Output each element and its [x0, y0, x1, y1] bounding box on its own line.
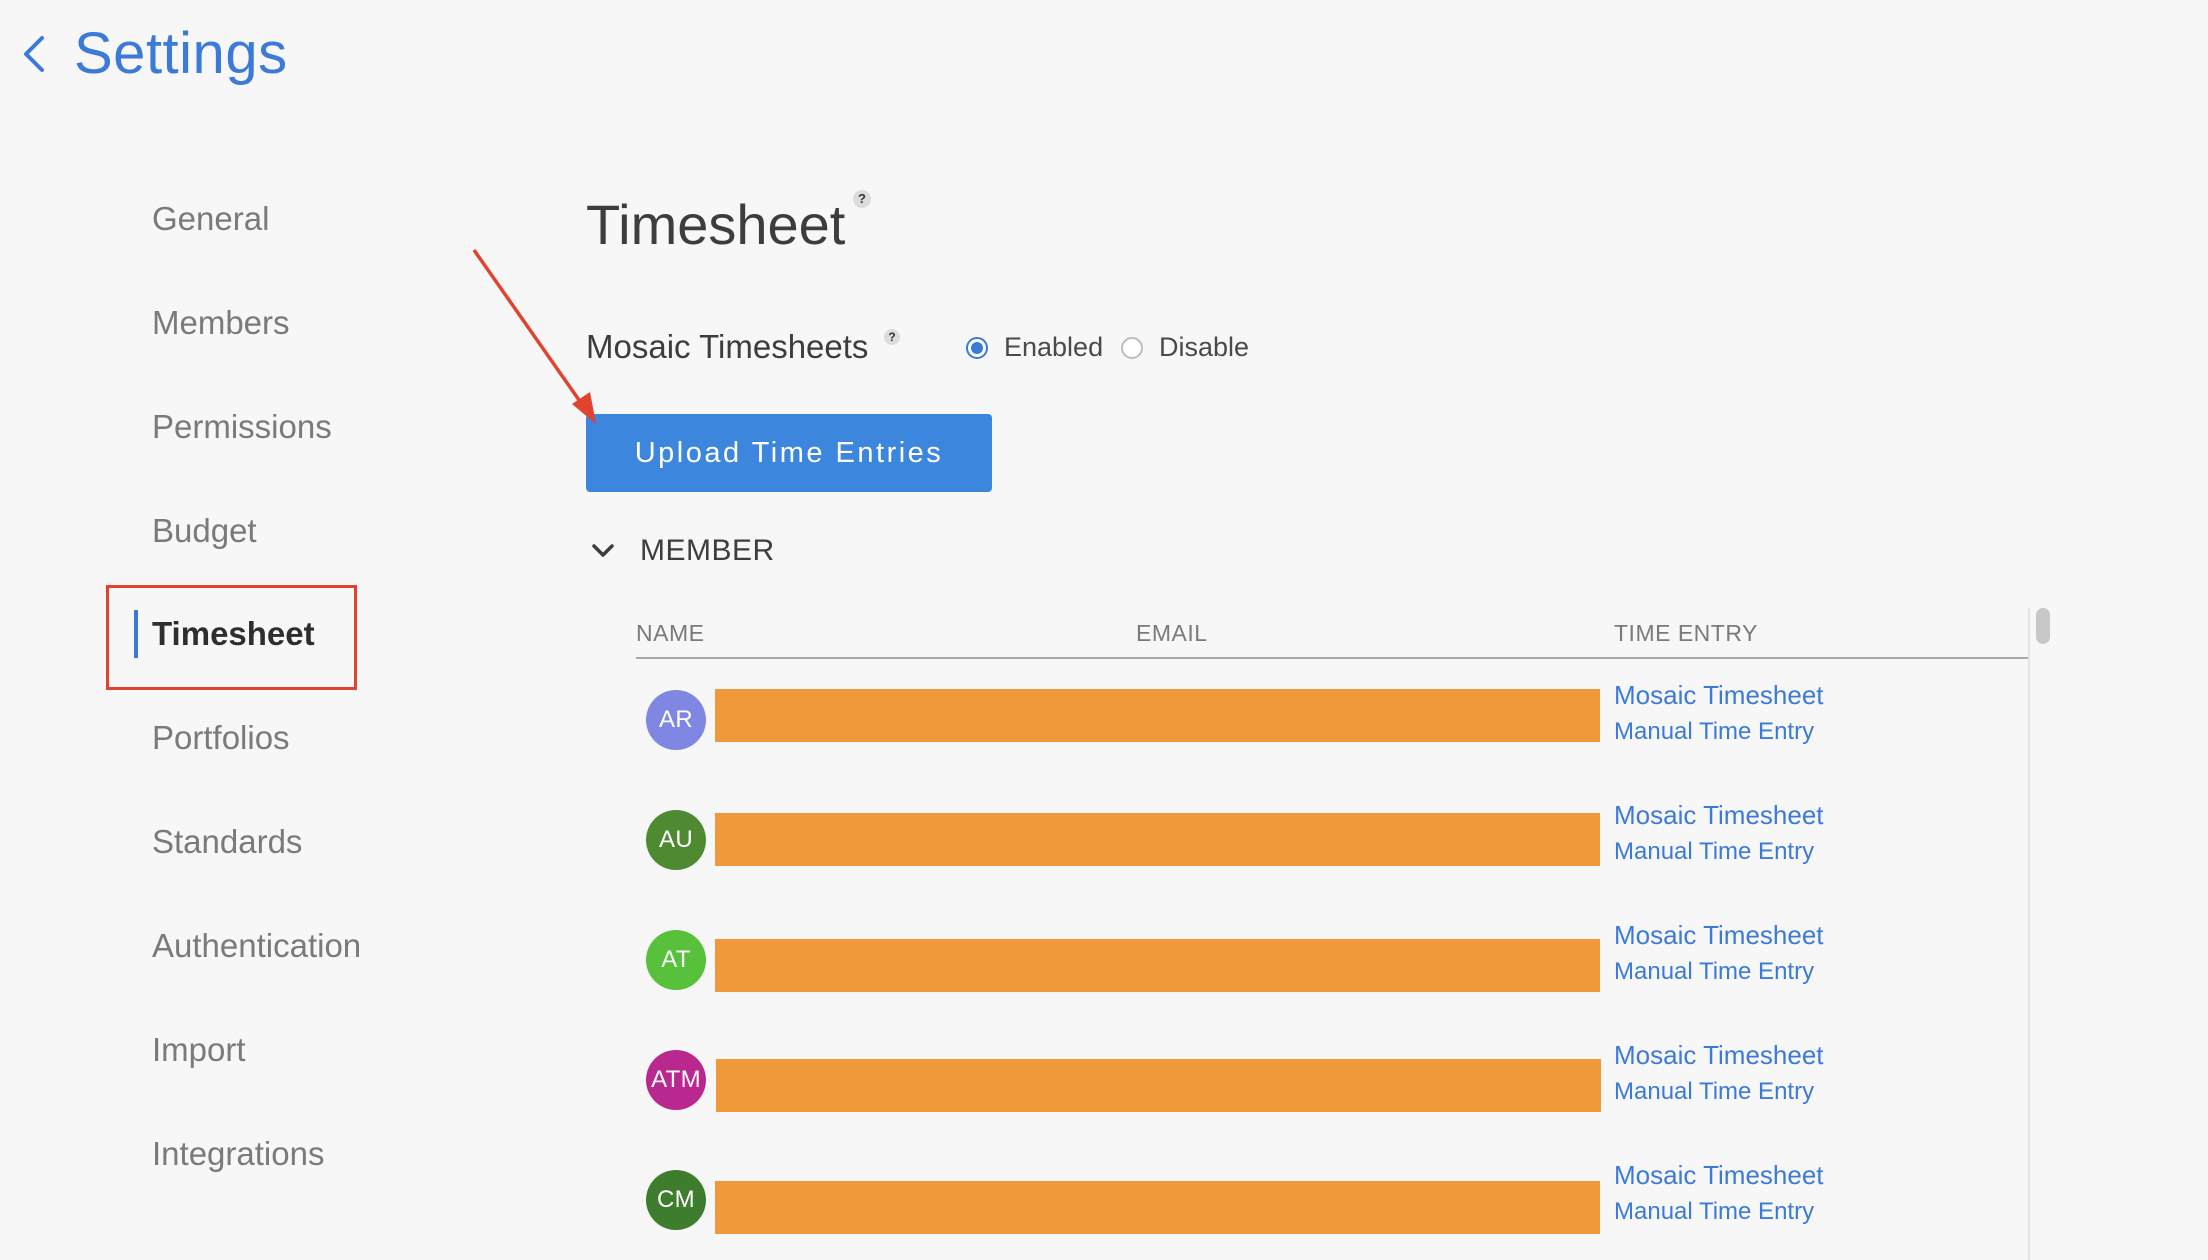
active-indicator: [134, 610, 138, 658]
radio-enabled-option[interactable]: Enabled: [966, 332, 1103, 363]
radio-enabled-label: Enabled: [1004, 332, 1104, 362]
table-row: AR Mosaic Timesheet Manual Time Entry: [636, 670, 2028, 790]
manual-time-entry-link[interactable]: Manual Time Entry: [1614, 838, 1814, 866]
sidebar-item-timesheet[interactable]: Timesheet: [152, 615, 315, 653]
column-header-email[interactable]: EMAIL: [1136, 620, 1208, 647]
avatar[interactable]: AU: [646, 810, 706, 870]
upload-time-entries-button[interactable]: Upload Time Entries: [586, 414, 992, 492]
mosaic-timesheet-link[interactable]: Mosaic Timesheet: [1614, 800, 1824, 831]
sidebar-item-permissions[interactable]: Permissions: [152, 408, 332, 446]
sidebar-item-import[interactable]: Import: [152, 1031, 246, 1069]
table-row: CM Mosaic Timesheet Manual Time Entry: [636, 1150, 2028, 1260]
header-divider: [636, 657, 2028, 659]
radio-enabled[interactable]: [966, 336, 988, 359]
column-header-time-entry[interactable]: TIME ENTRY: [1614, 620, 1758, 647]
member-section-label: MEMBER: [640, 534, 775, 567]
help-icon[interactable]: ?: [853, 190, 871, 208]
table-row: ATM Mosaic Timesheet Manual Time Entry: [636, 1030, 2028, 1150]
sidebar-item-general[interactable]: General: [152, 200, 269, 238]
member-section-toggle[interactable]: MEMBER: [592, 534, 775, 568]
sidebar-item-integrations[interactable]: Integrations: [152, 1135, 324, 1173]
manual-time-entry-link[interactable]: Manual Time Entry: [1614, 1078, 1814, 1106]
column-header-name[interactable]: NAME: [636, 620, 704, 647]
radio-disable-option[interactable]: Disable: [1121, 332, 1249, 363]
manual-time-entry-link[interactable]: Manual Time Entry: [1614, 718, 1814, 746]
mosaic-timesheet-link[interactable]: Mosaic Timesheet: [1614, 1040, 1824, 1071]
sidebar-item-standards[interactable]: Standards: [152, 823, 302, 861]
section-title: Timesheet: [586, 193, 846, 256]
redacted-email: [715, 939, 1600, 992]
settings-page: Settings General Members Permissions Bud…: [0, 0, 2208, 1260]
avatar[interactable]: ATM: [646, 1050, 706, 1110]
radio-disable-label: Disable: [1159, 332, 1250, 362]
chevron-left-icon[interactable]: [22, 34, 46, 74]
scrollbar-thumb[interactable]: [2036, 608, 2050, 644]
mosaic-timesheets-label: Mosaic Timesheets: [586, 328, 869, 365]
sidebar-item-authentication[interactable]: Authentication: [152, 927, 361, 965]
chevron-down-icon[interactable]: [592, 544, 614, 558]
avatar[interactable]: AR: [646, 690, 706, 750]
radio-disable[interactable]: [1121, 336, 1143, 359]
sidebar-item-portfolios[interactable]: Portfolios: [152, 719, 290, 757]
back-to-settings[interactable]: Settings: [22, 20, 288, 87]
table-row: AT Mosaic Timesheet Manual Time Entry: [636, 910, 2028, 1030]
sidebar-item-budget[interactable]: Budget: [152, 512, 257, 550]
redacted-email: [715, 689, 1600, 742]
manual-time-entry-link[interactable]: Manual Time Entry: [1614, 958, 1814, 986]
scrollbar-track: [2028, 608, 2030, 1260]
manual-time-entry-link[interactable]: Manual Time Entry: [1614, 1198, 1814, 1226]
redacted-email: [715, 1181, 1600, 1234]
avatar[interactable]: AT: [646, 930, 706, 990]
sidebar-item-members[interactable]: Members: [152, 304, 290, 342]
redacted-email: [716, 1059, 1601, 1112]
mosaic-timesheet-link[interactable]: Mosaic Timesheet: [1614, 920, 1824, 951]
mosaic-timesheet-link[interactable]: Mosaic Timesheet: [1614, 680, 1824, 711]
mosaic-timesheet-link[interactable]: Mosaic Timesheet: [1614, 1160, 1824, 1191]
redacted-email: [715, 813, 1600, 866]
table-row: AU Mosaic Timesheet Manual Time Entry: [636, 790, 2028, 910]
page-title: Settings: [74, 21, 288, 86]
avatar[interactable]: CM: [646, 1170, 706, 1230]
help-icon[interactable]: ?: [884, 329, 900, 345]
